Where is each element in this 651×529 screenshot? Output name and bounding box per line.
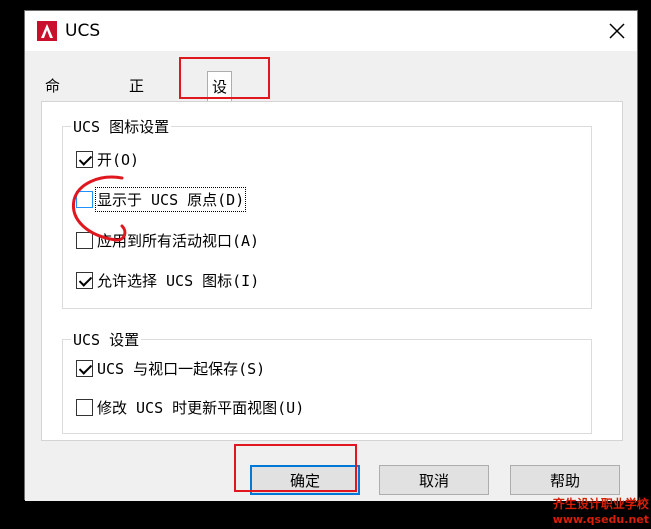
dialog-body: 命名 UCS 正交 UCS 设置 UCS 图标设置 开(O) 显示于 UCS 原… <box>25 51 637 501</box>
checkbox-box[interactable] <box>76 150 93 168</box>
checkbox-box[interactable] <box>76 398 93 416</box>
annotation-circle-mark <box>71 175 127 242</box>
annotation-box-ok-button <box>234 444 357 492</box>
checkbox-allow-select-icon[interactable]: 允许选择 UCS 图标(I) <box>76 269 259 291</box>
settings-panel: UCS 图标设置 开(O) 显示于 UCS 原点(D) 应用到所有活动视口(A)… <box>41 101 623 441</box>
checkbox-label: 修改 UCS 时更新平面视图(U) <box>97 398 305 417</box>
help-button[interactable]: 帮助 <box>510 465 620 495</box>
checkbox-box[interactable] <box>76 359 93 377</box>
watermark-line2: www.qsedu.net <box>552 513 649 526</box>
window-title: UCS <box>65 21 101 41</box>
checkbox-save-with-viewport[interactable]: UCS 与视口一起保存(S) <box>76 357 265 379</box>
checkbox-on[interactable]: 开(O) <box>76 148 139 170</box>
checkbox-label: 开(O) <box>97 150 140 169</box>
checkbox-box[interactable] <box>76 271 93 289</box>
group-title-ucs-settings: UCS 设置 <box>71 329 142 350</box>
ucs-dialog: UCS 命名 UCS 正交 UCS 设置 UCS 图标设置 开(O) 显示于 U… <box>24 10 638 501</box>
autocad-logo-icon <box>37 21 57 41</box>
watermark-line1: 齐生设计职业学校 <box>552 497 649 511</box>
checkbox-label: 允许选择 UCS 图标(I) <box>97 271 260 290</box>
group-title-icon-settings: UCS 图标设置 <box>71 116 172 137</box>
annotation-box-settings-tab <box>179 57 270 99</box>
close-icon[interactable] <box>605 19 629 43</box>
tab-named-ucs[interactable]: 命名 UCS <box>41 73 76 147</box>
watermark: 齐生设计职业学校 www.qsedu.net <box>553 497 649 527</box>
checkbox-label: UCS 与视口一起保存(S) <box>97 359 266 378</box>
ucs-settings-group: UCS 设置 <box>62 329 592 434</box>
tab-orthographic-ucs[interactable]: 正交 UCS <box>125 73 160 147</box>
title-bar: UCS <box>25 11 637 51</box>
cancel-button[interactable]: 取消 <box>379 465 489 495</box>
checkbox-update-plan-view[interactable]: 修改 UCS 时更新平面视图(U) <box>76 396 304 418</box>
